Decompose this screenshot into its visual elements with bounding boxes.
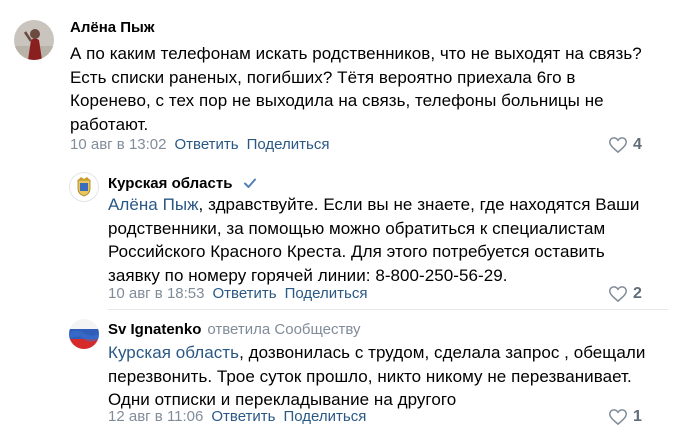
comment-meta: 10 авг в 13:02 Ответить Поделиться [70, 136, 329, 153]
like-button[interactable]: 2 [609, 285, 642, 303]
like-count: 2 [633, 285, 642, 302]
comment-author[interactable]: Алёна Пыж [70, 19, 155, 36]
like-count: 1 [633, 408, 642, 425]
reply-button[interactable]: Ответить [211, 408, 275, 425]
reply-button[interactable]: Ответить [212, 285, 276, 302]
verified-check-icon [243, 178, 256, 188]
heart-outline-icon [609, 409, 627, 425]
comment-text: Курская область, дозвонилась с трудом, с… [108, 343, 646, 409]
reply-button[interactable]: Ответить [174, 136, 238, 153]
like-button[interactable]: 4 [609, 136, 642, 154]
comment-3: Sv Ignatenko ответила Сообществу Курская … [0, 310, 680, 435]
avatar[interactable] [14, 20, 54, 60]
comment-author[interactable]: Курская область [108, 175, 257, 192]
mention-link[interactable]: Курская область [108, 343, 239, 362]
comment-date[interactable]: 10 авг в 18:53 [108, 285, 204, 302]
comment-date[interactable]: 10 авг в 13:02 [70, 136, 166, 153]
comment-1: Алёна Пыж А по каким телефонам искать ро… [0, 0, 680, 165]
comment-date[interactable]: 12 авг в 11:06 [108, 408, 203, 425]
avatar[interactable] [69, 319, 99, 349]
reply-to-label[interactable]: ответила Сообществу [207, 321, 360, 338]
heart-outline-icon [609, 137, 627, 153]
avatar[interactable] [69, 172, 99, 202]
share-button[interactable]: Поделиться [285, 285, 368, 302]
comment-meta: 12 авг в 11:06 Ответить Поделиться [108, 408, 366, 425]
comment-meta: 10 авг в 18:53 Ответить Поделиться [108, 285, 367, 302]
comment-text: А по каким телефонам искать родственнико… [70, 44, 642, 134]
share-button[interactable]: Поделиться [247, 136, 330, 153]
like-button[interactable]: 1 [609, 408, 642, 426]
share-button[interactable]: Поделиться [284, 408, 367, 425]
heart-outline-icon [609, 286, 627, 302]
mention-link[interactable]: Алёна Пыж [108, 195, 199, 214]
comment-author[interactable]: Sv Ignatenko ответила Сообществу [108, 321, 361, 338]
like-count: 4 [633, 136, 642, 153]
comment-2: Курская область Алёна Пыж, здравствуйте.… [0, 165, 680, 310]
comment-text: Алёна Пыж, здравствуйте. Если вы не знае… [108, 195, 640, 285]
